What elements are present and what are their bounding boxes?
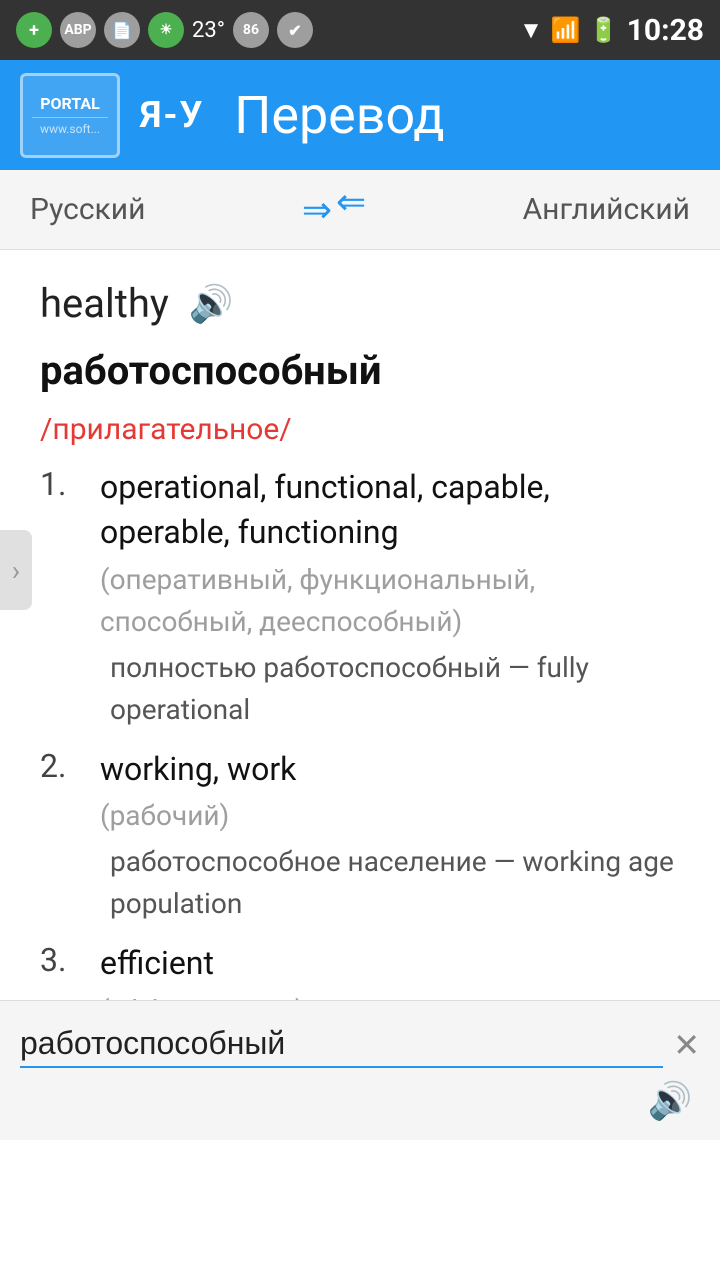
search-input[interactable] — [20, 1021, 663, 1068]
text-to-speech-button[interactable]: 🔊 — [640, 1078, 700, 1124]
def-main-2: working, work — [100, 747, 680, 792]
def-sub-2: (рабочий) — [100, 795, 680, 837]
word-row: healthy 🔊 — [40, 280, 680, 327]
def-main-1: operational, functional, capable, operab… — [100, 465, 680, 555]
definition-item-2: 2. working, work (рабочий) работоспособн… — [40, 747, 680, 926]
adblock-icon: ABP — [60, 12, 96, 48]
bottom-icons-row: 🔊 — [0, 1078, 720, 1134]
app-short-name: Я-У — [140, 94, 204, 136]
source-language-label[interactable]: Русский — [30, 192, 145, 227]
def-content-2: working, work (рабочий) работоспособное … — [100, 747, 680, 926]
clear-input-button[interactable]: ✕ — [673, 1026, 700, 1064]
arrow-right-icon: ⇒ — [302, 192, 332, 228]
time-display: 10:28 — [627, 13, 704, 48]
def-sub-1: (оперативный, функциональный, способный,… — [100, 559, 680, 643]
signal-icon: 📶 — [551, 16, 581, 44]
part-of-speech-label: /прилагательное/ — [40, 412, 680, 447]
swap-languages-button[interactable]: ⇒ ⇐ — [302, 192, 366, 228]
status-bar: + ABP 📄 ☀ 23° 86 ✔ ▼ 📶 🔋 10:28 — [0, 0, 720, 60]
def-num-1: 1. — [40, 465, 80, 731]
def-main-3: efficient — [100, 941, 680, 986]
status-bar-left: + ABP 📄 ☀ 23° 86 ✔ — [16, 12, 313, 48]
target-language-label[interactable]: Английский — [523, 192, 690, 227]
app-header: PORTAL www.soft... Я-У Перевод — [0, 60, 720, 170]
doc-icon: 📄 — [104, 12, 140, 48]
def-num-2: 2. — [40, 747, 80, 926]
app-title: Перевод — [234, 85, 444, 146]
sidebar-handle[interactable]: › — [0, 530, 32, 610]
humidity-icon: 86 — [233, 12, 269, 48]
word-sound-icon[interactable]: 🔊 — [189, 283, 234, 325]
logo-portal-text: PORTAL — [40, 94, 100, 113]
speaker-icon: 🔊 — [648, 1080, 693, 1122]
weather-icon: ☀ — [148, 12, 184, 48]
logo-url-text: www.soft... — [40, 122, 100, 136]
arrow-left-icon: ⇐ — [336, 184, 366, 220]
battery-icon: 🔋 — [589, 16, 619, 44]
chevron-right-icon: › — [12, 554, 20, 587]
definition-item-1: 1. operational, functional, capable, ope… — [40, 465, 680, 731]
def-example-1: полностью работоспособный — fully operat… — [100, 647, 680, 731]
def-content-1: operational, functional, capable, operab… — [100, 465, 680, 731]
app-logo: PORTAL www.soft... — [20, 73, 120, 158]
wifi-icon: ▼ — [519, 16, 543, 45]
translated-word: работоспособный — [40, 347, 680, 394]
bottom-bar: ✕ 🔊 — [0, 1000, 720, 1140]
language-bar: Русский ⇒ ⇐ Английский — [0, 170, 720, 250]
temperature-label: 23° — [192, 18, 225, 43]
source-word: healthy — [40, 280, 169, 327]
notification-icon: + — [16, 12, 52, 48]
search-input-row: ✕ — [0, 1001, 720, 1078]
status-bar-right: ▼ 📶 🔋 10:28 — [519, 13, 704, 48]
task-icon: ✔ — [277, 12, 313, 48]
def-example-2: работоспособное население — working age … — [100, 841, 680, 925]
